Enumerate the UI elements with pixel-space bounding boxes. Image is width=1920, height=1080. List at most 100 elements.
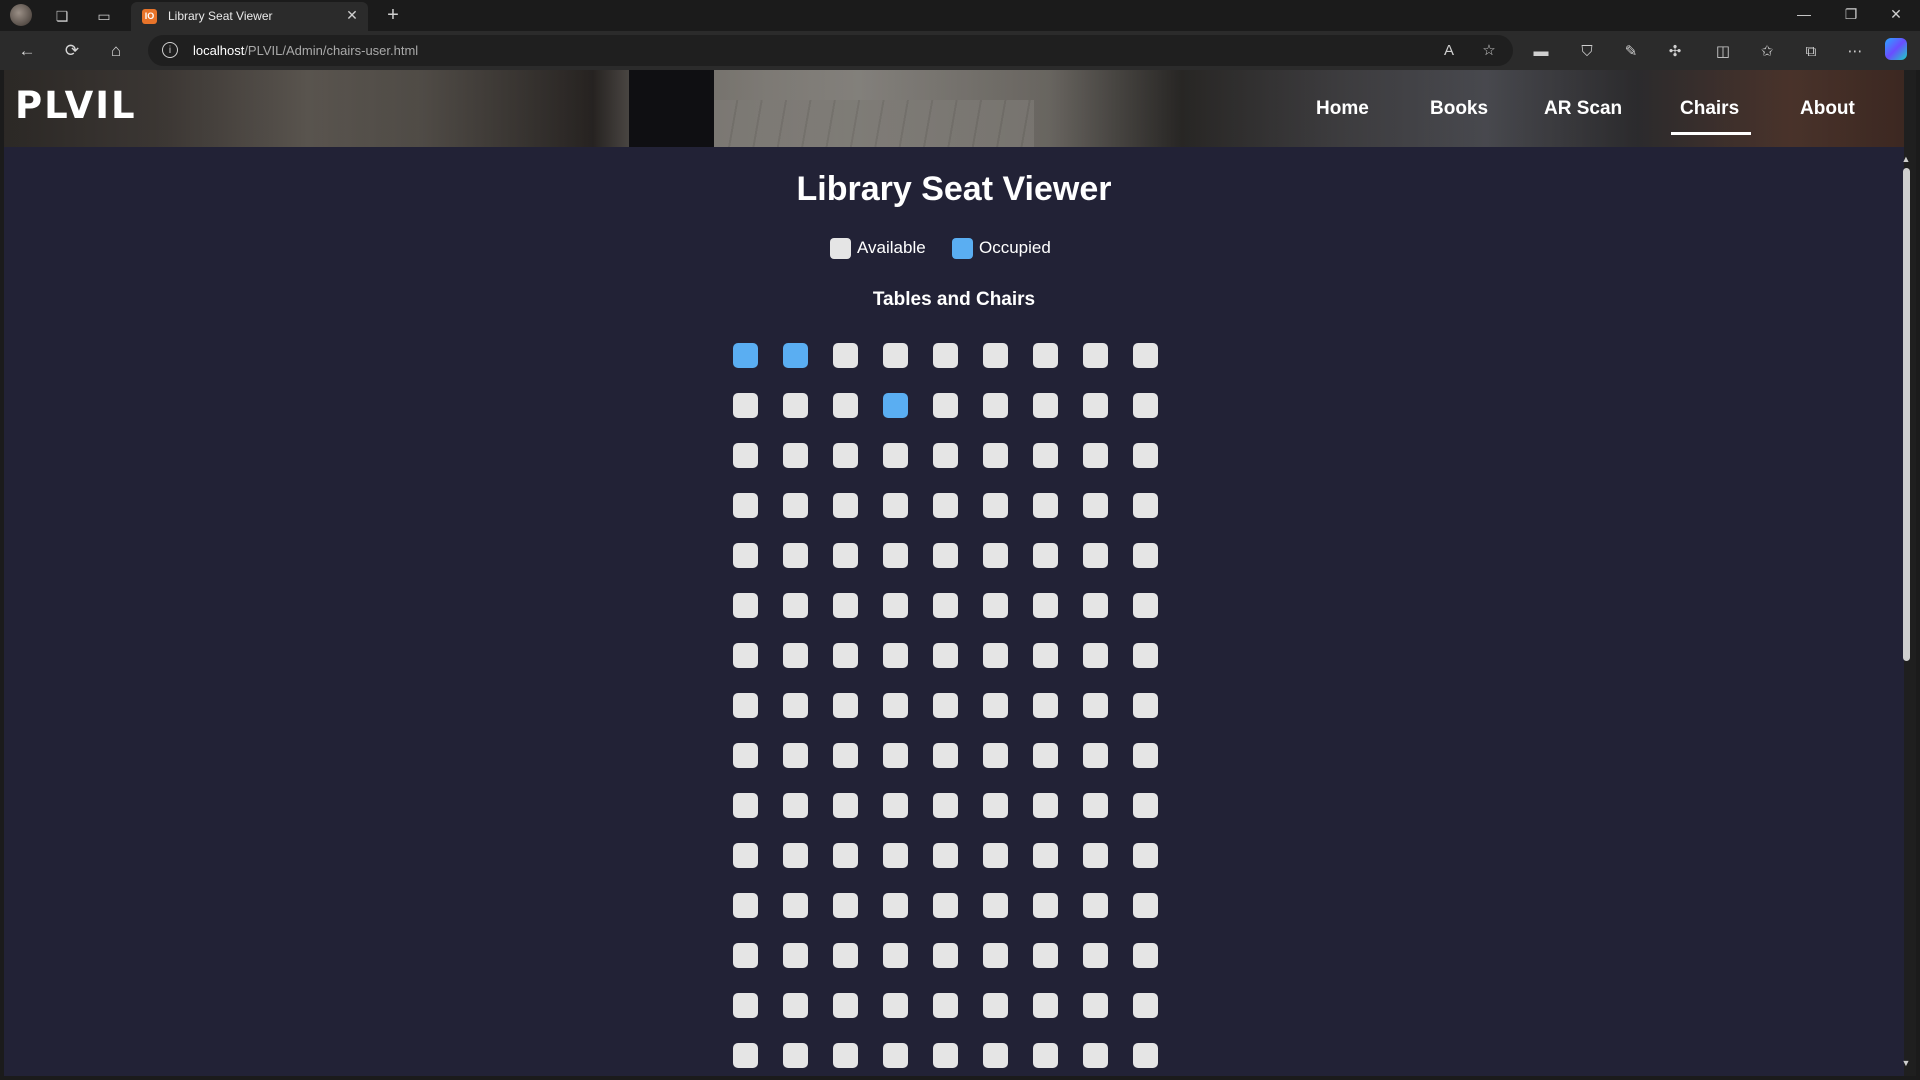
seat-available[interactable]	[1083, 693, 1108, 718]
seat-available[interactable]	[833, 743, 858, 768]
seat-available[interactable]	[1033, 493, 1058, 518]
seat-available[interactable]	[933, 893, 958, 918]
seat-available[interactable]	[1083, 793, 1108, 818]
seat-available[interactable]	[933, 393, 958, 418]
seat-available[interactable]	[783, 743, 808, 768]
new-tab-button[interactable]: +	[383, 4, 403, 26]
seat-available[interactable]	[883, 643, 908, 668]
seat-available[interactable]	[883, 893, 908, 918]
seat-available[interactable]	[983, 643, 1008, 668]
seat-available[interactable]	[1133, 393, 1158, 418]
seat-available[interactable]	[833, 693, 858, 718]
seat-available[interactable]	[783, 543, 808, 568]
seat-available[interactable]	[1133, 893, 1158, 918]
seat-available[interactable]	[983, 393, 1008, 418]
seat-available[interactable]	[783, 893, 808, 918]
seat-available[interactable]	[1133, 493, 1158, 518]
seat-available[interactable]	[783, 443, 808, 468]
seat-available[interactable]	[933, 493, 958, 518]
seat-available[interactable]	[733, 843, 758, 868]
tab-actions-icon[interactable]: ▭	[94, 6, 114, 26]
nav-about[interactable]: About	[1800, 98, 1855, 120]
seat-available[interactable]	[1033, 943, 1058, 968]
seat-available[interactable]	[883, 693, 908, 718]
seat-available[interactable]	[783, 843, 808, 868]
seat-available[interactable]	[1083, 443, 1108, 468]
seat-available[interactable]	[1083, 593, 1108, 618]
seat-available[interactable]	[983, 843, 1008, 868]
seat-available[interactable]	[983, 893, 1008, 918]
seat-available[interactable]	[1033, 643, 1058, 668]
seat-available[interactable]	[1033, 543, 1058, 568]
seat-available[interactable]	[1033, 393, 1058, 418]
shield-extension-icon[interactable]: ⛉	[1576, 44, 1598, 60]
seat-available[interactable]	[983, 543, 1008, 568]
seat-available[interactable]	[933, 643, 958, 668]
refresh-icon[interactable]: ⟳	[61, 40, 83, 62]
favorite-star-icon[interactable]: ☆	[1478, 40, 1500, 62]
seat-available[interactable]	[1083, 743, 1108, 768]
seat-available[interactable]	[733, 693, 758, 718]
seat-occupied[interactable]	[883, 393, 908, 418]
seat-available[interactable]	[883, 443, 908, 468]
seat-available[interactable]	[783, 943, 808, 968]
site-logo[interactable]: PLVIL	[15, 84, 137, 127]
seat-available[interactable]	[883, 493, 908, 518]
seat-available[interactable]	[1033, 343, 1058, 368]
seat-available[interactable]	[833, 793, 858, 818]
nav-books[interactable]: Books	[1430, 98, 1488, 120]
seat-available[interactable]	[783, 1043, 808, 1068]
seat-available[interactable]	[783, 593, 808, 618]
seat-available[interactable]	[833, 393, 858, 418]
seat-available[interactable]	[883, 1043, 908, 1068]
seat-available[interactable]	[733, 743, 758, 768]
seat-available[interactable]	[783, 643, 808, 668]
seat-available[interactable]	[1033, 743, 1058, 768]
workspaces-icon[interactable]: ❏	[52, 6, 72, 26]
seat-available[interactable]	[1133, 343, 1158, 368]
seat-available[interactable]	[1033, 1043, 1058, 1068]
scroll-down-icon[interactable]: ▼	[1901, 1058, 1911, 1068]
seat-available[interactable]	[1133, 593, 1158, 618]
seat-available[interactable]	[733, 943, 758, 968]
seat-available[interactable]	[1083, 543, 1108, 568]
seat-available[interactable]	[1033, 893, 1058, 918]
seat-available[interactable]	[833, 943, 858, 968]
seat-available[interactable]	[883, 943, 908, 968]
seat-available[interactable]	[733, 443, 758, 468]
seat-available[interactable]	[783, 693, 808, 718]
seat-available[interactable]	[1133, 993, 1158, 1018]
seat-available[interactable]	[1083, 393, 1108, 418]
seat-available[interactable]	[933, 793, 958, 818]
seat-available[interactable]	[983, 743, 1008, 768]
seat-available[interactable]	[983, 993, 1008, 1018]
extension-icon[interactable]: ▬	[1530, 44, 1552, 60]
seat-available[interactable]	[733, 543, 758, 568]
seat-available[interactable]	[733, 1043, 758, 1068]
seat-available[interactable]	[833, 843, 858, 868]
seat-available[interactable]	[1133, 643, 1158, 668]
seat-available[interactable]	[933, 993, 958, 1018]
seat-available[interactable]	[833, 1043, 858, 1068]
back-icon[interactable]: ←	[16, 40, 38, 62]
url-input[interactable]: i localhost/PLVIL/Admin/chairs-user.html…	[148, 35, 1513, 66]
seat-available[interactable]	[883, 593, 908, 618]
seat-available[interactable]	[1033, 443, 1058, 468]
seat-available[interactable]	[1083, 843, 1108, 868]
seat-available[interactable]	[983, 493, 1008, 518]
minimize-icon[interactable]: —	[1792, 6, 1816, 22]
extensions-puzzle-icon[interactable]: ✣	[1664, 44, 1686, 60]
seat-available[interactable]	[833, 493, 858, 518]
seat-available[interactable]	[1083, 343, 1108, 368]
seat-available[interactable]	[1133, 1043, 1158, 1068]
favorites-icon[interactable]: ✩	[1756, 44, 1778, 60]
split-screen-icon[interactable]: ◫	[1712, 44, 1734, 60]
seat-available[interactable]	[733, 493, 758, 518]
seat-occupied[interactable]	[783, 343, 808, 368]
seat-available[interactable]	[883, 843, 908, 868]
seat-available[interactable]	[933, 593, 958, 618]
seat-available[interactable]	[983, 793, 1008, 818]
seat-occupied[interactable]	[733, 343, 758, 368]
seat-available[interactable]	[933, 843, 958, 868]
profile-avatar-icon[interactable]	[10, 4, 32, 26]
